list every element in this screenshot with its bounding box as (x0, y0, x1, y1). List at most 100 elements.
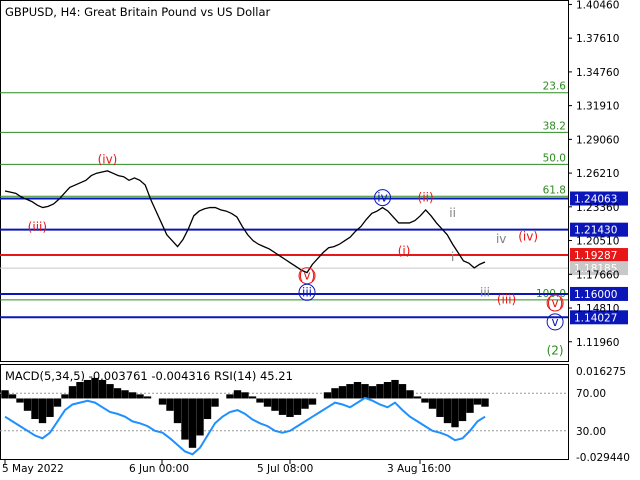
macd-bar (53, 398, 62, 407)
chart-title: GBPUSD, H4: Great Britain Pound vs US Do… (5, 5, 271, 19)
price-tick-label: 1.14810 (576, 303, 619, 315)
macd-bar (353, 382, 362, 399)
wave-label: (iii) (497, 292, 516, 306)
macd-bar (466, 398, 474, 413)
macd-bar (226, 394, 234, 399)
macd-bar (1, 390, 9, 399)
macd-bar (181, 398, 189, 440)
wave-label: (iv) (98, 153, 118, 167)
fib-level-label: 61.8 (543, 184, 566, 196)
macd-bar (46, 398, 54, 417)
time-tick-label: 6 Jun 00:00 (129, 463, 189, 475)
indicator-tick-label: 70.00 (576, 388, 606, 400)
wave-label: (v) (299, 269, 315, 283)
macd-bar (346, 384, 354, 399)
macd-bar (413, 396, 422, 399)
macd-bar (106, 384, 114, 399)
macd-bar (301, 398, 309, 409)
indicator-tick-label: 30.00 (576, 426, 606, 438)
macd-bar (278, 398, 287, 415)
macd-bar (121, 390, 129, 399)
macd-bar (376, 384, 384, 399)
macd-bar (61, 394, 69, 399)
macd-bar (458, 398, 467, 422)
price-tick-label: 1.29060 (576, 134, 619, 146)
gbpusd-chart: 23.638.250.061.8100.0 1.240631.214301.19… (0, 0, 630, 475)
macd-bar (203, 398, 212, 420)
macd-bar (136, 394, 144, 399)
macd-bar (406, 390, 414, 399)
macd-bar (188, 398, 197, 448)
macd-bar (391, 379, 399, 399)
wave-label: iii (302, 285, 312, 299)
fib-level-label: 38.2 (543, 120, 566, 132)
macd-bar (293, 398, 302, 415)
wave-label: i (451, 250, 454, 264)
wave-label: iii (480, 285, 490, 299)
price-level-label: 1.16000 (574, 289, 617, 301)
wave-label: ii (449, 206, 456, 220)
macd-bar (143, 396, 152, 399)
wave-label: (2) (547, 343, 564, 357)
wave-label: v (552, 315, 559, 329)
time-tick-label: 5 Jul 08:00 (257, 463, 313, 475)
macd-bar (481, 398, 489, 407)
macd-bar (286, 398, 294, 417)
indicator-tick-label: -0.029440 (576, 452, 630, 464)
price-tick-label: 1.11960 (576, 337, 619, 349)
macd-bar (8, 394, 17, 399)
macd-bar (263, 398, 272, 407)
macd-bar (383, 382, 392, 399)
macd-bar (308, 398, 317, 405)
macd-bar (31, 398, 39, 420)
fib-level-label: 50.0 (543, 152, 566, 164)
time-tick-label: 3 Aug 16:00 (387, 463, 451, 475)
price-tick-label: 1.31910 (576, 101, 619, 113)
fib-level-label: 23.6 (543, 81, 567, 93)
time-tick-label: 5 May 2022 (2, 463, 64, 475)
price-tick-label: 1.40460 (576, 0, 619, 11)
price-tick-label: 1.26210 (576, 168, 619, 180)
macd-bar (368, 386, 377, 399)
indicator-axis: 0.016275 70.00 30.00 -0.029440 (576, 366, 630, 464)
price-tick-label: 1.20510 (576, 236, 619, 248)
macd-bar (436, 398, 444, 417)
price-tick-label: 1.23360 (576, 202, 619, 214)
macd-bar (68, 386, 77, 399)
wave-label: (i) (398, 244, 411, 258)
macd-bar (173, 398, 182, 424)
wave-label: (ii) (418, 191, 434, 205)
wave-label: (v) (547, 296, 563, 310)
macd-bar (248, 396, 257, 399)
wave-label: iv (377, 191, 387, 205)
macd-bar (398, 384, 407, 399)
wave-label: iv (496, 232, 506, 246)
macd-bar (421, 398, 429, 403)
time-axis: 5 May 2022 6 Jun 00:00 5 Jul 08:00 3 Aug 16… (2, 460, 451, 475)
macd-bar (361, 384, 369, 399)
macd-bar (233, 390, 242, 399)
macd-bar (271, 398, 279, 411)
macd-bar (451, 398, 459, 428)
wave-label: (iv) (518, 230, 538, 244)
macd-bar (443, 398, 452, 424)
macd-bar (128, 392, 137, 399)
price-level-label: 1.19287 (574, 250, 617, 262)
macd-bar (338, 386, 347, 399)
macd-bar (16, 398, 24, 403)
price-tick-label: 1.17660 (576, 269, 619, 281)
macd-bar (323, 392, 332, 399)
indicator-title: MACD(5,34,5) -0.003761 -0.004316 RSI(14)… (5, 369, 293, 383)
macd-bar (241, 392, 249, 399)
macd-bar (196, 398, 204, 436)
macd-bar (113, 388, 122, 399)
macd-bar (166, 398, 174, 411)
indicator-tick-label: 0.016275 (576, 366, 626, 378)
macd-bar (428, 398, 437, 409)
macd-bar (473, 398, 482, 405)
macd-bar (211, 398, 219, 407)
macd-bar (256, 398, 264, 403)
price-tick-label: 1.37610 (576, 33, 619, 45)
macd-bar (331, 388, 339, 399)
macd-bar (23, 398, 32, 411)
